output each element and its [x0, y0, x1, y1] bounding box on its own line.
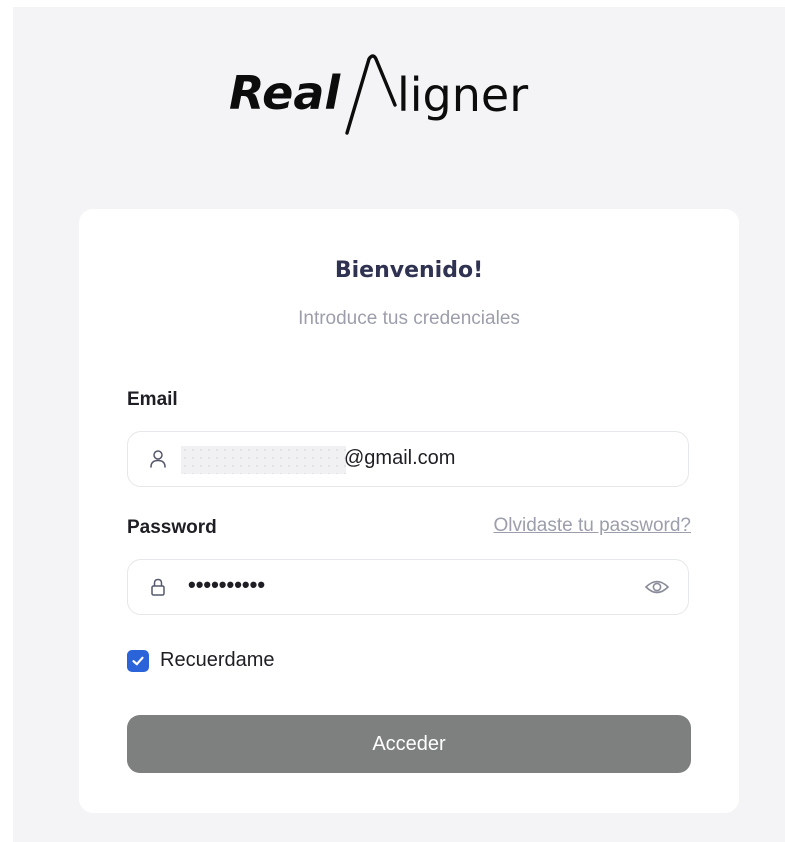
redacted-email-username — [181, 446, 346, 474]
brand-logo: Real ligner — [13, 49, 785, 169]
card-title: Bienvenido! — [334, 258, 484, 283]
logo-mark-a — [345, 54, 397, 135]
user-icon — [148, 449, 168, 469]
password-field[interactable]: •••••••••• — [127, 559, 689, 615]
email-field[interactable]: @gmail.com — [127, 431, 689, 487]
lock-icon — [148, 577, 168, 597]
realigner-logo: Real ligner — [229, 54, 528, 135]
card-subtitle: Introduce tus credenciales — [298, 308, 520, 329]
remember-me[interactable]: Recuerdame — [127, 649, 275, 672]
password-value: •••••••••• — [188, 572, 266, 597]
forgot-password-link[interactable]: Olvidaste tu password? — [494, 515, 692, 537]
remember-label: Recuerdame — [160, 649, 275, 671]
email-value: @gmail.com — [344, 447, 456, 469]
password-label: Password — [127, 517, 217, 538]
logo-word-ligner: ligner — [397, 68, 528, 122]
check-icon — [132, 656, 144, 665]
eye-icon[interactable] — [644, 576, 670, 598]
login-card: Bienvenido! Introduce tus credenciales E… — [79, 209, 739, 813]
login-button[interactable]: Acceder — [127, 715, 691, 773]
logo-word-real: Real — [229, 66, 341, 120]
email-label: Email — [127, 389, 178, 410]
login-page: Real ligner Bienvenido! Introduce tus cr… — [13, 7, 785, 842]
remember-checkbox[interactable] — [127, 649, 149, 672]
